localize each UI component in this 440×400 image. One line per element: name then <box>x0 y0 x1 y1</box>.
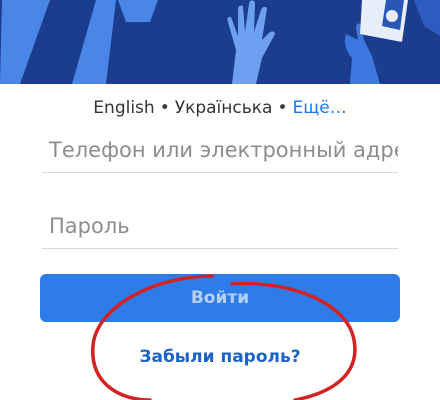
language-separator: • <box>159 98 170 118</box>
forgot-password-link[interactable]: Забыли пароль? <box>0 344 440 370</box>
phone-email-field <box>42 128 398 173</box>
more-languages-link[interactable]: Ещё… <box>292 98 346 118</box>
raised-hands-illustration <box>0 0 440 84</box>
header-illustration <box>0 0 440 84</box>
language-english[interactable]: English <box>93 98 154 118</box>
password-field <box>42 204 398 249</box>
phone-email-input[interactable] <box>42 128 398 172</box>
language-separator: • <box>277 98 288 118</box>
login-button[interactable]: Войти <box>40 274 400 322</box>
password-input[interactable] <box>42 204 398 248</box>
language-selector: English • Українська • Ещё… <box>0 96 440 120</box>
language-ukrainian[interactable]: Українська <box>175 98 273 118</box>
